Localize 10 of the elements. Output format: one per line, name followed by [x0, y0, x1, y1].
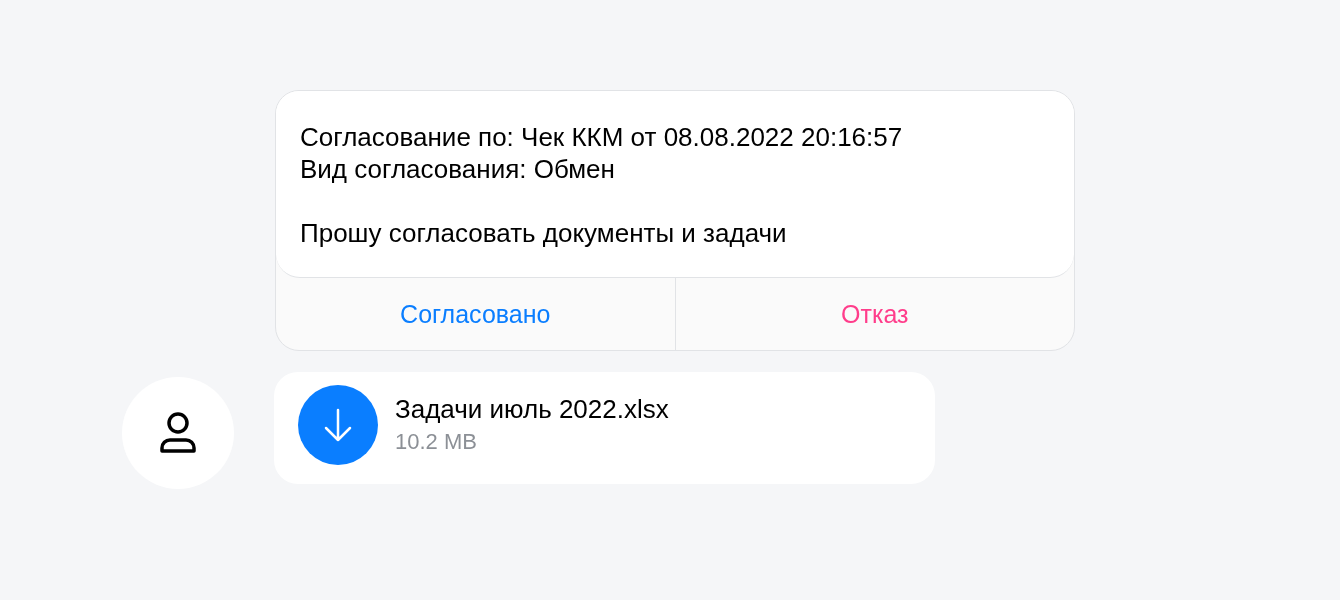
file-attachment[interactable]: Задачи июль 2022.xlsx 10.2 MB: [274, 372, 935, 484]
arrow-down-icon: [323, 408, 353, 442]
message-text: Вид согласования: Обмен: [300, 153, 616, 185]
approve-button[interactable]: Согласовано: [276, 278, 675, 350]
file-name: Задачи июль 2022.xlsx: [395, 393, 669, 425]
message-text: Согласование по: Чек ККМ от 08.08.2022 20:16:57: [300, 121, 904, 153]
reject-button[interactable]: Отказ: [674, 278, 1074, 350]
person-icon: [158, 411, 198, 455]
message-text: Прошу согласовать документы и задачи: [300, 217, 788, 249]
file-size: 10.2 MB: [395, 428, 478, 455]
